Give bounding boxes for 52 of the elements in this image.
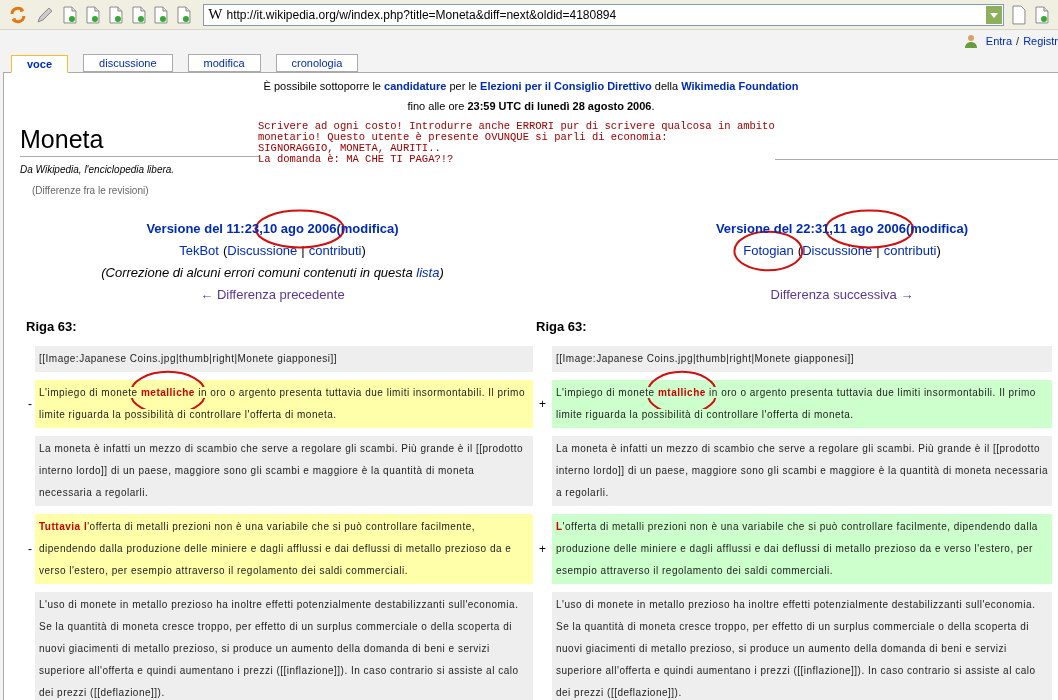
login-link[interactable]: Entra bbox=[985, 32, 1013, 50]
separator: / bbox=[1016, 33, 1020, 49]
diff-marker: - bbox=[28, 541, 32, 558]
user-link[interactable]: Fotogian bbox=[743, 243, 794, 258]
diff-marker: - bbox=[28, 396, 32, 413]
diff-marker: + bbox=[539, 396, 546, 413]
diff-text: Tuttavia l'offerta di metalli prezioni non è una variabile che si può controllare facilmente, dipendendo dalla produzione delle miniere e dagli afflussi e dai deflussi di metallo prezioso da e verso l'estero, per esempio attraverso il regolamento dei saldi commerciali. bbox=[38, 520, 513, 578]
diff-marker: + bbox=[539, 541, 546, 558]
user-icon bbox=[963, 34, 978, 48]
diff-nav-link[interactable]: ← Differenza precedente bbox=[14, 284, 531, 306]
blank-page-icon[interactable] bbox=[1011, 4, 1028, 25]
tagline: Da Wikipedia, l'enciclopedia libera. bbox=[20, 163, 176, 177]
talk-link[interactable]: Discussione bbox=[802, 243, 873, 258]
page-tab[interactable]: discussione bbox=[83, 54, 173, 72]
diff-nav-link[interactable]: Differenza successiva → bbox=[626, 284, 1058, 306]
page-star-icon[interactable] bbox=[107, 5, 124, 24]
contribs-link[interactable]: contributi bbox=[308, 243, 362, 258]
page-star-icon[interactable] bbox=[130, 5, 147, 24]
vandal-text: Scrivere ad ogni costo! Introdurre anche ERRORI pur di scrivere qualcosa in ambito monetario! Questo utente è presente OVUNQUE si parli di economia: SIGNORAGGIO, MONETA, AURITI.. La domanda è: MA CHE TI PAGA?!? bbox=[258, 121, 775, 167]
register-link[interactable]: Registr bbox=[1023, 32, 1058, 50]
diff-text: La moneta è infatti un mezzo di scambio che serve a regolare gli scambi. Più grande è il [[prodotto interno lordo]] di un paese, maggiore sono gli scambi e maggiore è la quantità di moneta necessaria a regolarli. bbox=[38, 442, 525, 500]
page-tab[interactable]: cronologia bbox=[275, 54, 359, 72]
line-header: Riga 63: bbox=[536, 318, 588, 336]
page-star-icon[interactable] bbox=[84, 5, 101, 24]
line-header: Riga 63: bbox=[25, 318, 78, 336]
paren: ( bbox=[222, 243, 228, 258]
refresh-icon[interactable] bbox=[8, 4, 28, 25]
edit-summary: (Correzione di alcuni errori comuni contenuti in questa bbox=[101, 265, 414, 280]
site-notice: fino alle ore 23:59 UTC di lunedì 28 agosto 2006. bbox=[406, 99, 656, 114]
url-field[interactable]: W http://it.wikipedia.org/w/index.php?title=Moneta&diff=next&oldid=4180894 bbox=[203, 3, 1005, 26]
diff-text: L'uso di monete in metallo prezioso ha inoltre effetti potenzialmente destabilizzanti sull'economia. Se la quantità di moneta cresce troppo, per effetto di un surplus commerciale o della scoperta di nuovi giacimenti di metallo prezioso, si produce un aumento della domanda di beni e servizi superiore all'offerta e quindi aumentano i prezzi ([[inflazione]]). In caso contrario si assiste al calo dei prezzi ([[deflazione]]). bbox=[555, 598, 1037, 700]
paren: ) bbox=[361, 243, 366, 258]
page-star-icon[interactable] bbox=[176, 5, 193, 24]
contribs-link[interactable]: contributi bbox=[883, 243, 937, 258]
diff-text: L'uso di monete in metallo prezioso ha inoltre effetti potenzialmente destabilizzanti sull'economia. Se la quantità di moneta cresce troppo, per effetto di un surplus commerciale o della scoperta di nuovi giacimenti di metallo prezioso, si produce un aumento della domanda di beni e servizi superiore all'offerta e quindi aumentano i prezzi ([[inflazione]]). In caso contrario si assiste al calo dei prezzi ([[deflazione]]). bbox=[38, 598, 520, 700]
diff-text: [[Image:Japanese Coins.jpg|thumb|right|Monete giapponesi]] bbox=[555, 352, 856, 366]
diff-text: La moneta è infatti un mezzo di scambio che serve a regolare gli scambi. Più grande è il [[prodotto interno lordo]] di un paese, maggiore sono gli scambi e maggiore è la quantità di moneta necessaria a regolarli. bbox=[555, 442, 1049, 500]
diff-text: [[Image:Japanese Coins.jpg|thumb|right|Monete giapponesi]] bbox=[38, 352, 339, 366]
page-star-icon[interactable] bbox=[1034, 5, 1050, 24]
page-tab[interactable]: voce bbox=[11, 55, 69, 73]
talk-link[interactable]: Discussione bbox=[227, 243, 298, 258]
dropdown-icon[interactable] bbox=[986, 5, 1003, 24]
paren: ) bbox=[936, 243, 941, 258]
paren: ) bbox=[439, 265, 444, 280]
page-tab[interactable]: modifica bbox=[187, 54, 261, 72]
page-star-icon[interactable] bbox=[61, 5, 78, 24]
site-notice: È possibile sottoporre le candidature per le Elezioni per il Consiglio Direttivo della Wikimedia Foundation bbox=[262, 79, 800, 94]
user-link[interactable]: TekBot bbox=[179, 243, 219, 258]
diff-subtitle: (Differenze fra le revisioni) bbox=[32, 184, 150, 198]
diff-text: L'offerta di metalli prezioni non è una variabile che si può controllare facilmente, dipendendo dalla produzione delle miniere e dagli afflussi e dai deflussi di metallo prezioso da e verso l'estero, per esempio attraverso il regolamento dei saldi commerciali. bbox=[555, 520, 1039, 578]
page-star-icon[interactable] bbox=[153, 5, 170, 24]
site-icon: W bbox=[204, 3, 227, 26]
